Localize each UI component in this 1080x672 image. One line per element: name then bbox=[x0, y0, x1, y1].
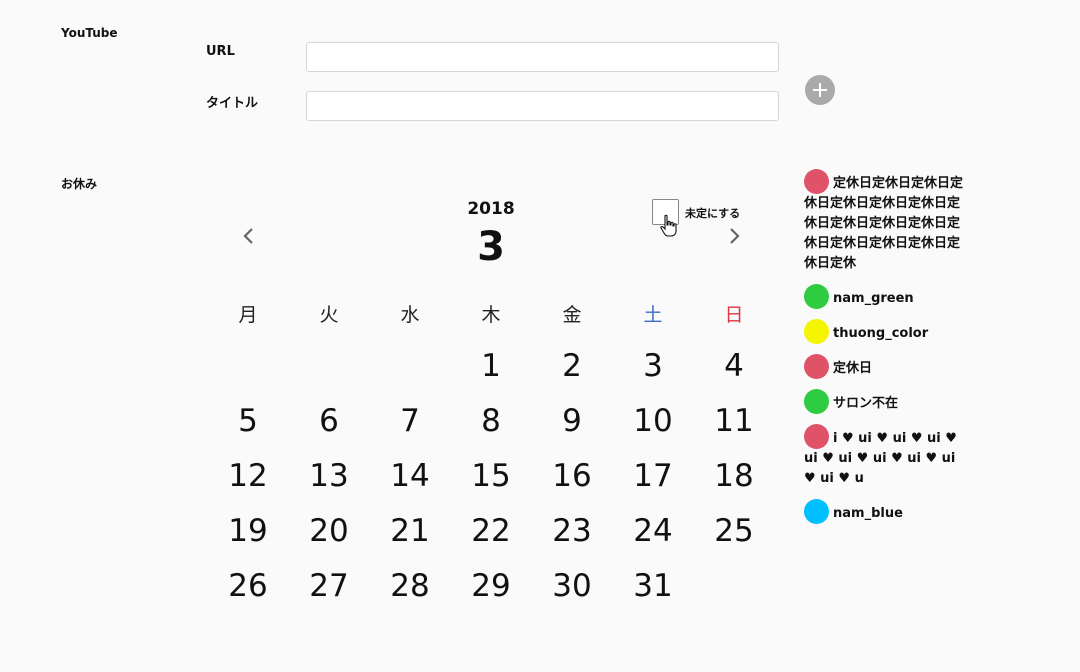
calendar-day-13[interactable]: 13 bbox=[294, 456, 364, 496]
calendar-month: 3 bbox=[477, 224, 505, 270]
calendar-day-2[interactable]: 2 bbox=[537, 346, 607, 386]
calendar-day-20[interactable]: 20 bbox=[294, 511, 364, 551]
weekday-label: 月 bbox=[238, 304, 258, 326]
calendar-day-21[interactable]: 21 bbox=[375, 511, 445, 551]
legend-label: nam_green bbox=[833, 291, 914, 306]
legend-item: nam_blue bbox=[804, 499, 964, 524]
calendar-day-18[interactable]: 18 bbox=[699, 456, 769, 496]
chevron-left-icon bbox=[243, 228, 253, 244]
title-input[interactable] bbox=[306, 91, 779, 121]
calendar-year: 2018 bbox=[467, 199, 515, 219]
calendar-day-16[interactable]: 16 bbox=[537, 456, 607, 496]
color-dot-icon bbox=[804, 499, 829, 524]
legend-item: 定休日定休日定休日定休日定休日定休日定休日定休日定休日定休日定休日定休日定休日定… bbox=[804, 169, 964, 274]
calendar-day-14[interactable]: 14 bbox=[375, 456, 445, 496]
color-dot-icon bbox=[804, 169, 829, 194]
calendar-day-23[interactable]: 23 bbox=[537, 511, 607, 551]
legend-label: 定休日 bbox=[833, 361, 873, 376]
calendar-day-31[interactable]: 31 bbox=[618, 566, 688, 606]
calendar-day-4[interactable]: 4 bbox=[699, 346, 769, 386]
title-label: タイトル bbox=[206, 96, 259, 111]
calendar-day-8[interactable]: 8 bbox=[456, 401, 526, 441]
color-dot-icon bbox=[804, 319, 829, 344]
undecided-label: 未定にする bbox=[685, 207, 741, 220]
calendar-day-7[interactable]: 7 bbox=[375, 401, 445, 441]
plus-icon bbox=[813, 83, 827, 97]
calendar-day-24[interactable]: 24 bbox=[618, 511, 688, 551]
calendar-day-28[interactable]: 28 bbox=[375, 566, 445, 606]
calendar-day-27[interactable]: 27 bbox=[294, 566, 364, 606]
calendar-day-26[interactable]: 26 bbox=[213, 566, 283, 606]
youtube-section-label: YouTube bbox=[61, 26, 118, 40]
calendar-day-15[interactable]: 15 bbox=[456, 456, 526, 496]
color-dot-icon bbox=[804, 389, 829, 414]
url-label: URL bbox=[206, 44, 235, 59]
calendar-day-9[interactable]: 9 bbox=[537, 401, 607, 441]
legend-item: thuong_color bbox=[804, 319, 964, 344]
calendar-day-29[interactable]: 29 bbox=[456, 566, 526, 606]
calendar-day-22[interactable]: 22 bbox=[456, 511, 526, 551]
calendar-day-5[interactable]: 5 bbox=[213, 401, 283, 441]
calendar-day-19[interactable]: 19 bbox=[213, 511, 283, 551]
calendar-day-12[interactable]: 12 bbox=[213, 456, 283, 496]
legend-item: 定休日 bbox=[804, 354, 964, 379]
calendar-day-6[interactable]: 6 bbox=[294, 401, 364, 441]
calendar-day-1[interactable]: 1 bbox=[456, 346, 526, 386]
chevron-right-icon bbox=[730, 228, 740, 244]
calendar-day-30[interactable]: 30 bbox=[537, 566, 607, 606]
weekday-label: 火 bbox=[319, 304, 339, 326]
url-input[interactable] bbox=[306, 42, 779, 72]
calendar-day-17[interactable]: 17 bbox=[618, 456, 688, 496]
legend-item: i ♥ ui ♥ ui ♥ ui ♥ ui ♥ ui ♥ ui ♥ ui ♥ u… bbox=[804, 424, 964, 489]
legend-item: nam_green bbox=[804, 284, 964, 309]
color-dot-icon bbox=[804, 424, 829, 449]
color-dot-icon bbox=[804, 354, 829, 379]
weekday-label: 土 bbox=[643, 304, 663, 326]
color-dot-icon bbox=[804, 284, 829, 309]
weekday-label: 金 bbox=[562, 304, 582, 326]
legend-label: thuong_color bbox=[833, 326, 929, 341]
weekday-label: 水 bbox=[400, 304, 420, 326]
next-month-button[interactable] bbox=[722, 224, 746, 248]
add-button[interactable] bbox=[805, 75, 835, 105]
weekday-label: 木 bbox=[481, 304, 501, 326]
calendar-day-11[interactable]: 11 bbox=[699, 401, 769, 441]
calendar-day-3[interactable]: 3 bbox=[618, 346, 688, 386]
legend-label: サロン不在 bbox=[833, 396, 899, 411]
calendar-day-10[interactable]: 10 bbox=[618, 401, 688, 441]
legend-label: nam_blue bbox=[833, 506, 903, 521]
legend-item: サロン不在 bbox=[804, 389, 964, 414]
weekday-label: 日 bbox=[724, 304, 744, 326]
calendar-day-25[interactable]: 25 bbox=[699, 511, 769, 551]
undecided-checkbox[interactable] bbox=[652, 199, 679, 225]
holidays-section-label: お休み bbox=[61, 177, 98, 191]
prev-month-button[interactable] bbox=[237, 224, 261, 248]
holiday-legend: 定休日定休日定休日定休日定休日定休日定休日定休日定休日定休日定休日定休日定休日定… bbox=[804, 169, 964, 538]
legend-label: 定休日定休日定休日定休日定休日定休日定休日定休日定休日定休日定休日定休日定休日定… bbox=[804, 176, 964, 271]
